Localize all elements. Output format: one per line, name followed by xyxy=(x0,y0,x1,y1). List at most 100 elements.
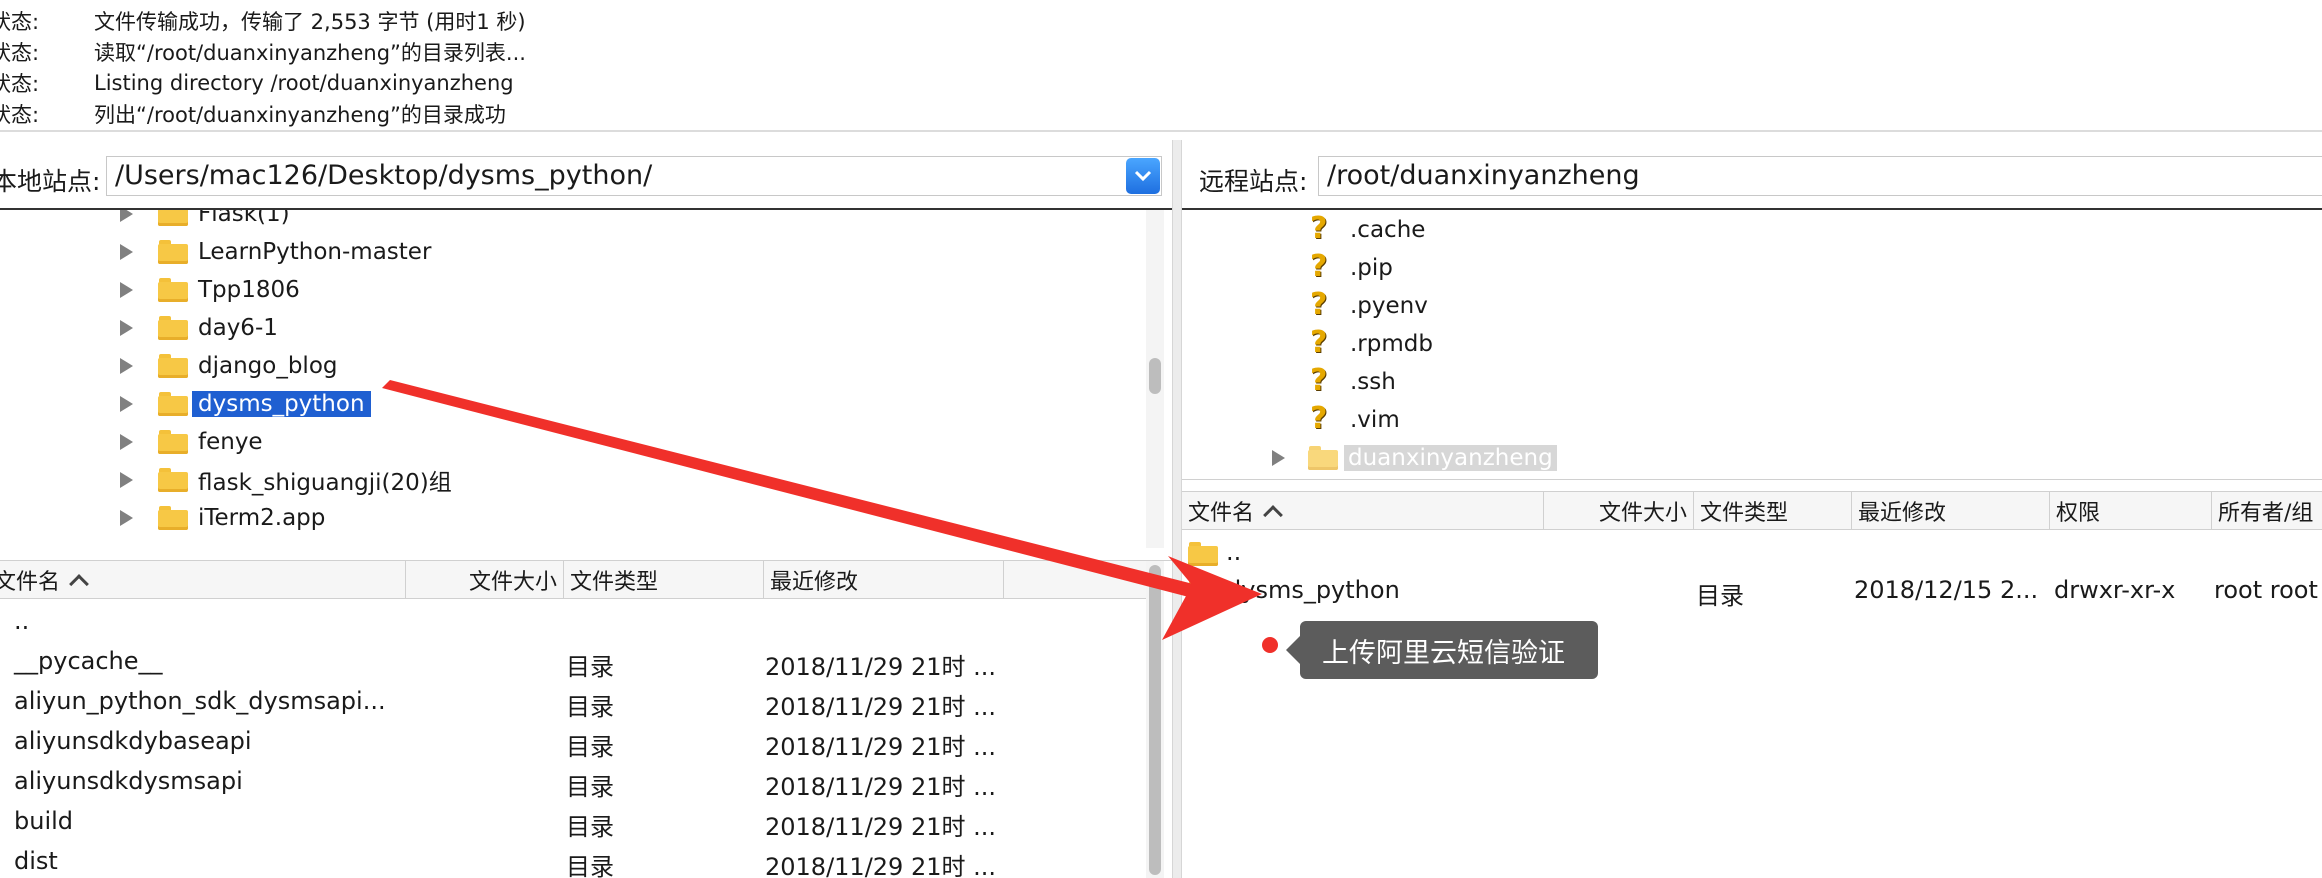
remote-site-bar: 远程站点: /root/duanxinyanzheng xyxy=(1182,150,2322,206)
column-header-label: 文件大小 xyxy=(1598,501,1687,526)
column-header-size[interactable]: 文件大小 xyxy=(1544,492,1694,530)
pane-divider[interactable] xyxy=(1172,140,1182,878)
column-header-name[interactable]: 文件名 xyxy=(0,561,406,599)
list-item[interactable]: aliyun_python_sdk_dysmsapi... 目录 2018/11… xyxy=(0,681,1146,721)
list-item[interactable]: aliyunsdkdysmsapi 目录 2018/11/29 21时 ... xyxy=(0,761,1146,801)
list-item[interactable]: build 目录 2018/11/29 21时 ... xyxy=(0,801,1146,841)
column-header-size[interactable]: 文件大小 xyxy=(406,561,564,599)
file-name: __pycache__ xyxy=(14,647,163,675)
tree-node[interactable]: ? .pyenv xyxy=(1182,288,2322,324)
tree-node[interactable]: iTerm2.app xyxy=(0,500,1140,536)
remote-file-list: 文件名 文件大小 文件类型 最近修改 权限 所有者/组 .. dysms_pyt… xyxy=(1182,491,2322,878)
file-name: build xyxy=(14,807,74,835)
expand-triangle-icon[interactable] xyxy=(120,320,133,336)
question-icon: ? xyxy=(1310,401,1328,436)
expand-triangle-icon[interactable] xyxy=(120,510,133,526)
column-header-permissions[interactable]: 权限 xyxy=(2050,492,2212,530)
file-name: .. xyxy=(14,607,30,635)
tree-node-dragging[interactable]: duanxinyanzheng xyxy=(1182,440,2322,476)
tree-node[interactable]: Flask(1) xyxy=(0,208,1140,232)
local-list-scrollbar[interactable] xyxy=(1146,561,1164,878)
file-type: 目录 xyxy=(566,853,614,878)
file-type: 目录 xyxy=(566,653,614,681)
tree-node-label: .pyenv xyxy=(1350,293,1428,319)
folder-icon xyxy=(158,392,188,416)
tree-node[interactable]: ? .cache xyxy=(1182,212,2322,248)
tree-node-label: iTerm2.app xyxy=(198,505,326,531)
list-item[interactable]: dist 目录 2018/11/29 21时 ... xyxy=(0,841,1146,878)
annotation-tooltip: 上传阿里云短信验证 xyxy=(1286,621,1598,679)
remote-path-input[interactable]: /root/duanxinyanzheng xyxy=(1318,156,2322,196)
log-message: Listing directory /root/duanxinyanzheng xyxy=(94,70,514,95)
tree-node-label: .cache xyxy=(1350,217,1426,243)
log-message: 列出“/root/duanxinyanzheng”的目录成功 xyxy=(94,102,506,127)
list-item[interactable]: __pycache__ 目录 2018/11/29 21时 ... xyxy=(0,641,1146,681)
expand-triangle-icon[interactable] xyxy=(120,396,133,412)
file-modified: 2018/11/29 21时 ... xyxy=(765,693,997,721)
remote-directory-tree: ? .cache ? .pip ? .pyenv ? .rpmdb ? .ssh… xyxy=(1182,208,2322,480)
tree-node[interactable]: django_blog xyxy=(0,348,1140,384)
expand-triangle-icon[interactable] xyxy=(120,210,133,222)
question-icon: ? xyxy=(1310,363,1328,398)
remote-site-label: 远程站点: xyxy=(1199,167,1308,196)
file-name: .. xyxy=(1226,538,1242,566)
column-header-type[interactable]: 文件类型 xyxy=(1694,492,1852,530)
tree-node[interactable]: ? .ssh xyxy=(1182,364,2322,400)
tree-node-label: .pip xyxy=(1350,255,1393,281)
local-file-list: 文件名 文件大小 文件类型 最近修改 .. __pycache__ 目录 201… xyxy=(0,560,1172,878)
column-header-modified[interactable]: 最近修改 xyxy=(1852,492,2050,530)
folder-icon xyxy=(158,430,188,454)
log-label: 状态: xyxy=(0,71,40,96)
tree-node[interactable]: day6-1 xyxy=(0,310,1140,346)
local-directory-tree: Flask(1) LearnPython-master Tpp1806 day6… xyxy=(0,208,1172,548)
log-label: 状态: xyxy=(0,102,40,127)
file-name: aliyunsdkdybaseapi xyxy=(14,727,252,755)
tree-node-label: Flask(1) xyxy=(198,208,290,227)
file-type: 目录 xyxy=(566,773,614,801)
folder-icon xyxy=(158,210,188,226)
file-type: 目录 xyxy=(566,733,614,761)
list-item[interactable]: .. xyxy=(0,601,1146,641)
expand-triangle-icon[interactable] xyxy=(120,282,133,298)
column-header-owner[interactable]: 所有者/组 xyxy=(2212,492,2322,530)
tree-node[interactable]: ? .pip xyxy=(1182,250,2322,286)
folder-icon xyxy=(1188,580,1218,604)
tree-node[interactable]: fenye xyxy=(0,424,1140,460)
question-icon: ? xyxy=(1310,249,1328,284)
file-modified: 2018/11/29 21时 ... xyxy=(765,813,997,841)
tree-node[interactable]: Tpp1806 xyxy=(0,272,1140,308)
folder-icon xyxy=(158,278,188,302)
chevron-down-icon xyxy=(1134,170,1152,182)
tree-node[interactable]: ? .vim xyxy=(1182,402,2322,438)
expand-triangle-icon[interactable] xyxy=(120,358,133,374)
tree-node-label: fenye xyxy=(198,429,263,455)
scroll-thumb[interactable] xyxy=(1149,358,1161,394)
tree-node[interactable]: ? .rpmdb xyxy=(1182,326,2322,362)
tree-node[interactable]: LearnPython-master xyxy=(0,234,1140,270)
expand-triangle-icon[interactable] xyxy=(120,434,133,450)
expand-triangle-icon[interactable] xyxy=(1272,450,1285,466)
tree-node[interactable]: flask_shiguangji(20)组 xyxy=(0,462,1140,498)
column-header-type[interactable]: 文件类型 xyxy=(564,561,764,599)
file-name: aliyun_python_sdk_dysmsapi... xyxy=(14,687,386,715)
list-item[interactable]: aliyunsdkdybaseapi 目录 2018/11/29 21时 ... xyxy=(0,721,1146,761)
drop-marker-dot xyxy=(1262,637,1278,653)
local-path-dropdown-button[interactable] xyxy=(1126,158,1160,194)
expand-triangle-icon[interactable] xyxy=(120,244,133,260)
scroll-thumb[interactable] xyxy=(1149,565,1161,875)
log-label: 状态: xyxy=(0,40,40,65)
local-site-bar: 本地站点: /Users/mac126/Desktop/dysms_python… xyxy=(0,150,1172,206)
folder-icon xyxy=(1308,446,1338,470)
sort-ascending-icon xyxy=(1263,505,1283,525)
local-tree-scrollbar[interactable] xyxy=(1146,210,1164,548)
tree-node-selected[interactable]: dysms_python xyxy=(0,386,1140,422)
column-header-name[interactable]: 文件名 xyxy=(1182,492,1544,530)
local-path-input[interactable]: /Users/mac126/Desktop/dysms_python/ xyxy=(106,156,1162,196)
list-item[interactable]: .. xyxy=(1182,532,2322,572)
question-icon: ? xyxy=(1310,211,1328,246)
expand-triangle-icon[interactable] xyxy=(120,472,133,488)
log-message: 读取“/root/duanxinyanzheng”的目录列表... xyxy=(94,40,526,65)
column-header-label: 文件大小 xyxy=(468,570,557,595)
column-header-modified[interactable]: 最近修改 xyxy=(764,561,1004,599)
list-item[interactable]: dysms_python 目录 2018/12/15 2... drwxr-xr… xyxy=(1182,570,2322,610)
